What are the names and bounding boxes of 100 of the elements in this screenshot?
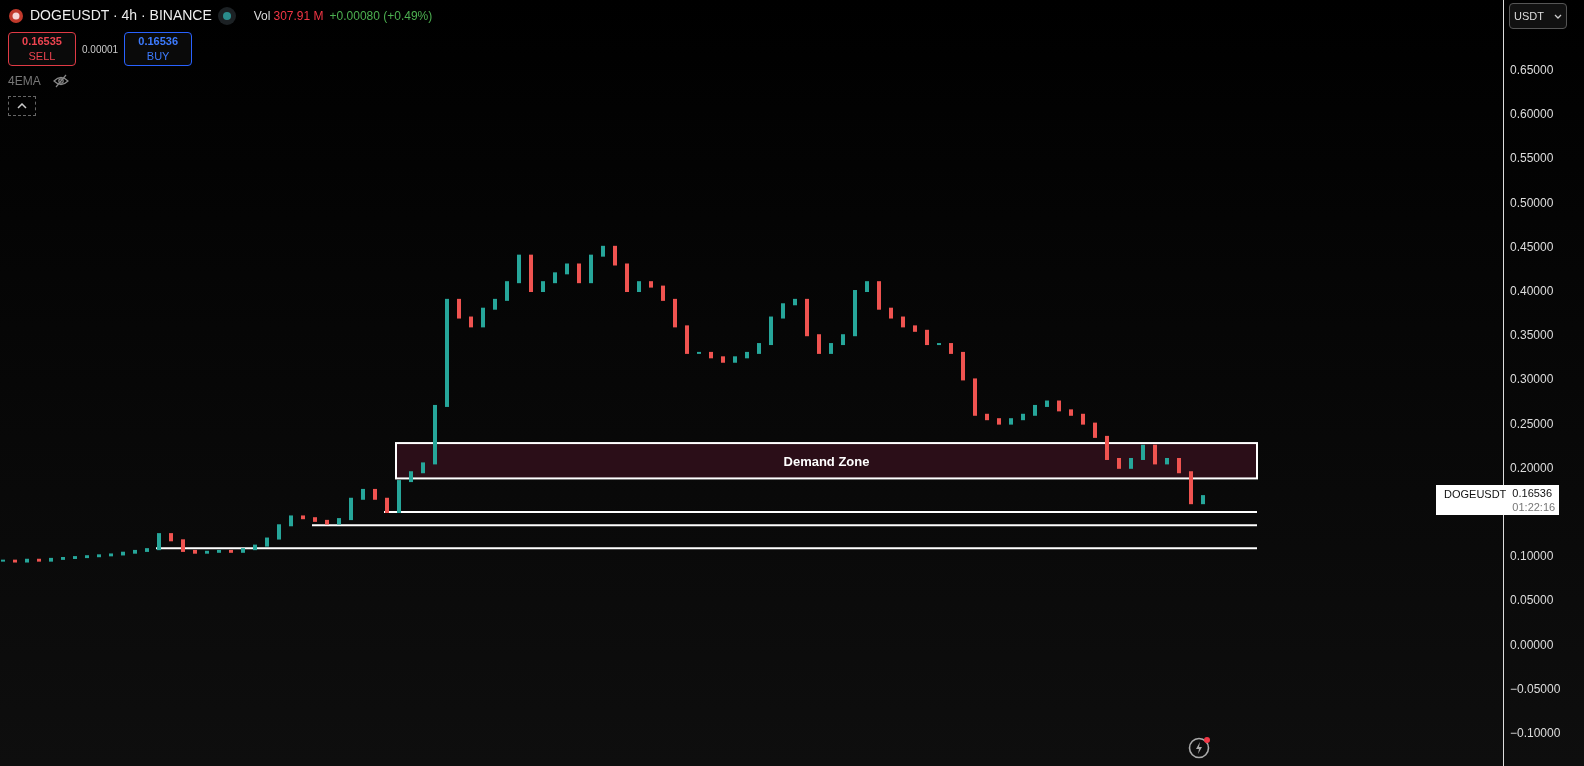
buy-button[interactable]: 0.16536 BUY	[124, 32, 193, 66]
candle	[733, 356, 737, 363]
candle	[1165, 458, 1169, 465]
candle	[1033, 404, 1037, 416]
candle	[769, 316, 773, 346]
candle	[433, 404, 437, 465]
axis-label: 0.45000	[1510, 239, 1554, 254]
candle	[145, 548, 149, 552]
axis-label: 0.60000	[1510, 107, 1554, 122]
candle	[349, 497, 353, 521]
axis-label: 0.55000	[1510, 151, 1554, 166]
candle	[901, 316, 905, 328]
candle	[457, 298, 461, 319]
candle	[997, 418, 1001, 425]
axis-label: 0.35000	[1510, 328, 1554, 343]
axis-label: −0.05000	[1510, 681, 1561, 696]
spread-value: 0.00001	[82, 42, 119, 57]
candle	[853, 290, 857, 337]
candle	[337, 518, 341, 525]
candle	[169, 533, 173, 542]
volume-label: Vol	[253, 7, 271, 25]
candle	[1021, 413, 1025, 421]
candle	[1201, 495, 1205, 505]
coin-logo-icon	[8, 7, 24, 24]
candle	[697, 351, 701, 354]
axis-label: 0.00000	[1510, 637, 1554, 652]
candle	[133, 549, 137, 554]
candle	[37, 558, 41, 562]
candle	[517, 254, 521, 284]
chart-title[interactable]: DOGEUSDT · 4h · BINANCE	[30, 5, 212, 26]
candle	[253, 544, 257, 551]
lightning-icon[interactable]	[1187, 735, 1213, 759]
candle	[613, 245, 617, 266]
collapse-button[interactable]	[8, 96, 36, 116]
candle	[973, 378, 977, 416]
candle	[889, 307, 893, 319]
candle	[397, 480, 401, 513]
candle	[1057, 400, 1061, 412]
candle	[805, 298, 809, 337]
candle	[1153, 444, 1157, 465]
candle	[193, 549, 197, 554]
price-change: +0.00080 (+0.49%)	[329, 7, 433, 25]
symbol-tag: DOGEUSDT	[1436, 485, 1513, 515]
candle	[529, 254, 533, 292]
candle	[1093, 422, 1097, 438]
candle	[961, 351, 965, 381]
axis-label: 0.20000	[1510, 460, 1554, 475]
candle	[361, 488, 365, 500]
candle	[1045, 400, 1049, 407]
candle	[97, 554, 101, 558]
eye-hidden-icon[interactable]	[52, 74, 69, 88]
candle	[1117, 458, 1121, 469]
candle	[157, 533, 161, 551]
candle	[589, 254, 593, 284]
candle	[1009, 418, 1013, 425]
status-icon[interactable]	[217, 6, 236, 25]
candle	[61, 557, 65, 560]
candle	[661, 285, 665, 301]
candle	[757, 343, 761, 354]
axis-label: 0.30000	[1510, 372, 1554, 387]
candle	[109, 553, 113, 557]
axis-label: −0.10000	[1510, 726, 1561, 741]
candle	[985, 413, 989, 421]
candle	[1105, 435, 1109, 460]
candle	[217, 549, 221, 553]
candle	[541, 281, 545, 292]
candle	[313, 517, 317, 522]
candle	[577, 263, 581, 284]
current-price: 0.16536	[1512, 486, 1554, 500]
candle	[265, 537, 269, 547]
sell-button[interactable]: 0.16535 SELL	[8, 32, 76, 66]
candle	[73, 556, 77, 559]
candle	[721, 356, 725, 363]
candle	[1069, 409, 1073, 416]
candle	[673, 298, 677, 328]
candle	[913, 325, 917, 332]
caret-icon	[1554, 13, 1562, 19]
candle	[817, 334, 821, 354]
currency-dropdown[interactable]: USDT	[1509, 3, 1567, 29]
candle	[601, 245, 605, 257]
candle	[841, 334, 845, 346]
candle	[745, 351, 749, 359]
candle	[553, 272, 557, 284]
candle	[637, 281, 641, 292]
indicator-label[interactable]: 4EMA	[8, 72, 41, 90]
candle	[925, 329, 929, 346]
candle	[649, 281, 653, 288]
candle	[325, 519, 329, 525]
axis-label: 0.65000	[1510, 63, 1554, 77]
candle	[1081, 413, 1085, 425]
candle	[865, 281, 869, 292]
candle	[1177, 458, 1181, 474]
candle	[13, 559, 17, 563]
zone-label: Demand Zone	[783, 453, 870, 469]
axis-label: 0.05000	[1510, 593, 1554, 608]
candle	[421, 462, 425, 474]
candle	[937, 343, 941, 346]
axis-label: 0.50000	[1510, 195, 1554, 210]
candle	[277, 524, 281, 540]
candle	[1189, 471, 1193, 505]
